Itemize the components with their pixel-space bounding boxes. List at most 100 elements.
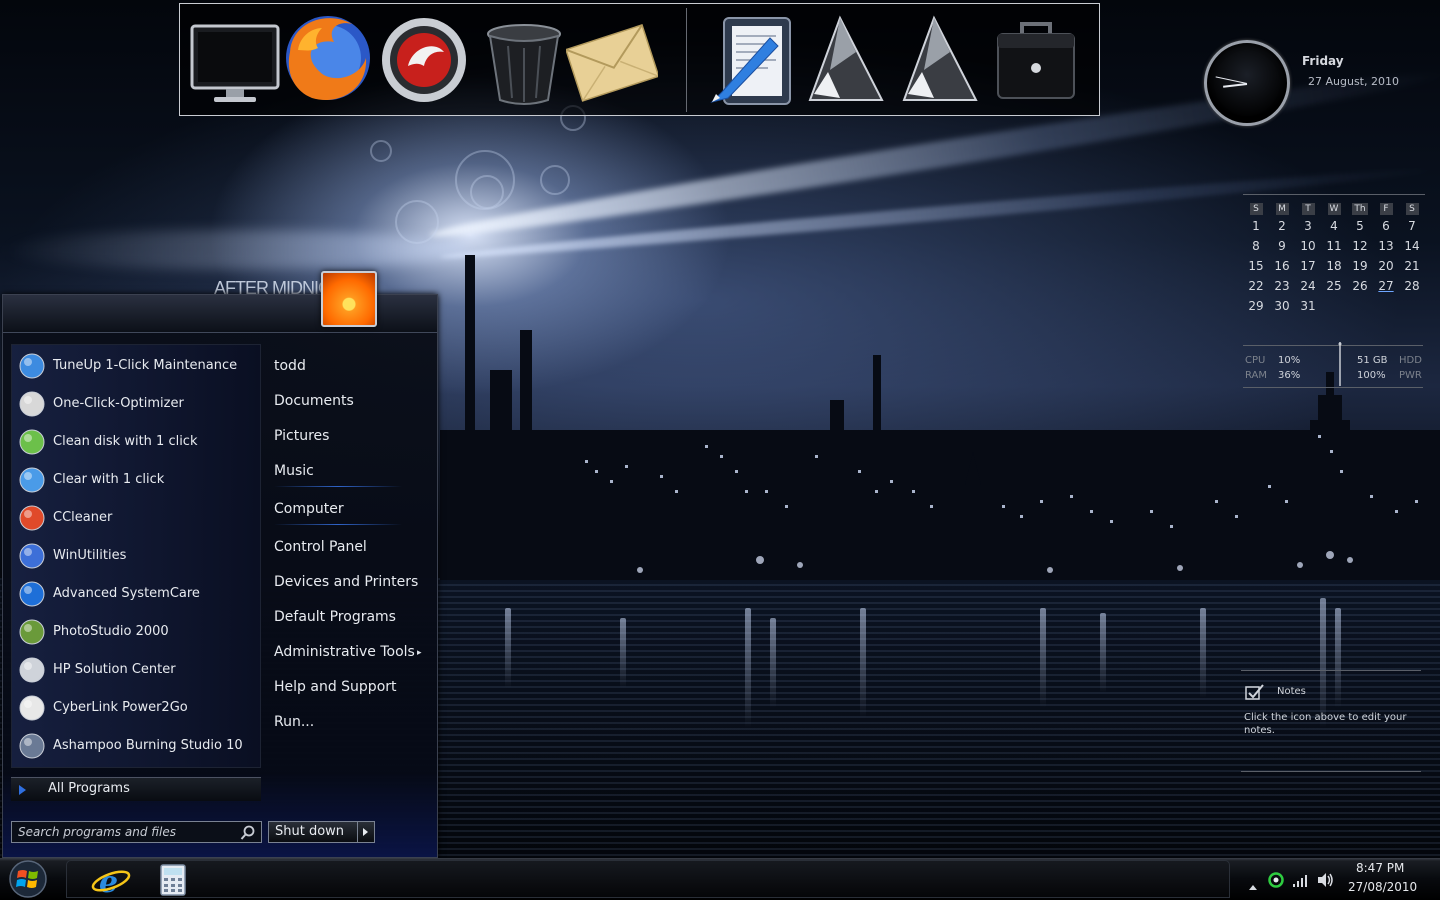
all-programs-button[interactable]: All Programs <box>11 777 261 801</box>
program-item[interactable]: TuneUp 1-Click Maintenance <box>12 347 260 385</box>
calendar-day[interactable]: 27 <box>1373 277 1399 295</box>
search-box[interactable] <box>11 821 262 843</box>
program-item[interactable]: CyberLink Power2Go <box>12 689 260 727</box>
recycle-bin-icon[interactable] <box>478 12 570 108</box>
tray-clock-date[interactable]: 27/08/2010 <box>1348 880 1417 894</box>
calendar-day[interactable]: 6 <box>1373 217 1399 235</box>
calendar-day[interactable]: 10 <box>1295 237 1321 255</box>
program-label: Ashampoo Burning Studio 10 <box>53 738 243 753</box>
firefox-icon[interactable] <box>282 12 374 108</box>
system-meter-gadget: CPU 10% RAM 36% 51 GB HDD 100% PWR <box>1243 342 1423 388</box>
program-label: HP Solution Center <box>53 662 176 677</box>
calendar-day[interactable]: 3 <box>1295 217 1321 235</box>
program-item[interactable]: One-Click-Optimizer <box>12 385 260 423</box>
security-status-icon[interactable] <box>1268 872 1284 892</box>
calendar-day[interactable]: 7 <box>1399 217 1425 235</box>
program-label: PhotoStudio 2000 <box>53 624 169 639</box>
calendar-day[interactable]: 25 <box>1321 277 1347 295</box>
calendar-day[interactable]: 26 <box>1347 277 1373 295</box>
glass-shard-icon[interactable] <box>800 12 892 108</box>
calendar-day[interactable]: 8 <box>1243 237 1269 255</box>
windows-orb-icon[interactable] <box>3 858 49 900</box>
calendar-day[interactable]: 13 <box>1373 237 1399 255</box>
calendar-day[interactable]: 18 <box>1321 257 1347 275</box>
program-label: Clear with 1 click <box>53 472 165 487</box>
calendar-day[interactable]: 29 <box>1243 297 1269 315</box>
glass-shard-icon[interactable] <box>894 12 986 108</box>
calendar-weekday: M <box>1269 203 1295 215</box>
calendar-day[interactable]: 22 <box>1243 277 1269 295</box>
place-item[interactable]: Pictures <box>274 428 329 444</box>
calendar-day[interactable]: 11 <box>1321 237 1347 255</box>
calendar-day[interactable]: 28 <box>1399 277 1425 295</box>
calendar-day[interactable]: 31 <box>1295 297 1321 315</box>
calendar-day[interactable]: 5 <box>1347 217 1373 235</box>
calendar-weekday: F <box>1373 203 1399 215</box>
calendar-day[interactable]: 30 <box>1269 297 1295 315</box>
taskbar: e <box>0 858 1440 900</box>
calendar-day[interactable]: 9 <box>1269 237 1295 255</box>
monitor-icon[interactable] <box>188 12 280 108</box>
network-signal-icon[interactable] <box>1292 873 1308 892</box>
calendar-day[interactable]: 17 <box>1295 257 1321 275</box>
comodo-dragon-icon[interactable] <box>378 12 470 108</box>
calendar-day[interactable]: 20 <box>1373 257 1399 275</box>
calendar-day <box>1399 297 1425 315</box>
program-item[interactable]: Clear with 1 click <box>12 461 260 499</box>
program-item[interactable]: Advanced SystemCare <box>12 575 260 613</box>
calendar-day[interactable]: 2 <box>1269 217 1295 235</box>
place-item[interactable]: Run... <box>274 714 314 730</box>
places-separator <box>274 524 402 525</box>
clock-minute-hand <box>1215 76 1248 84</box>
notes-edit-icon[interactable] <box>1245 683 1265 705</box>
calendar-grid: S M T W Th F S 1 2 3 4 5 6 7 8 9 10 11 12 13 14 15 16 17 18 19 20 2… <box>1243 203 1425 315</box>
taskbar-pinned-area: e <box>66 860 1230 900</box>
calendar-day[interactable]: 15 <box>1243 257 1269 275</box>
program-item[interactable]: HP Solution Center <box>12 651 260 689</box>
calendar-day[interactable]: 4 <box>1321 217 1347 235</box>
calculator-icon[interactable] <box>151 862 195 898</box>
place-item[interactable]: Music <box>274 463 314 479</box>
calendar-day[interactable]: 16 <box>1269 257 1295 275</box>
internet-explorer-icon[interactable]: e <box>89 862 133 900</box>
search-icon[interactable] <box>240 825 256 845</box>
shutdown-options-button[interactable] <box>357 821 375 843</box>
briefcase-icon[interactable] <box>990 12 1082 108</box>
notes-gadget: Notes Click the icon above to edit your … <box>1241 670 1421 772</box>
winutilities-icon <box>18 542 46 570</box>
user-picture[interactable] <box>321 271 377 327</box>
optimizer-icon <box>18 390 46 418</box>
calendar-day[interactable]: 1 <box>1243 217 1269 235</box>
place-item[interactable]: Devices and Printers <box>274 574 418 590</box>
search-input[interactable] <box>18 824 233 840</box>
calendar-day[interactable]: 24 <box>1295 277 1321 295</box>
mail-envelope-icon[interactable] <box>564 12 660 108</box>
place-item[interactable]: Control Panel <box>274 539 367 555</box>
place-item[interactable]: Help and Support <box>274 679 397 695</box>
clock-gadget[interactable] <box>1204 40 1290 126</box>
volume-icon[interactable] <box>1316 872 1334 892</box>
calendar-gadget[interactable]: S M T W Th F S 1 2 3 4 5 6 7 8 9 10 11 12 13 14 15 16 17 18 19 20 2… <box>1243 194 1425 315</box>
calendar-day[interactable]: 19 <box>1347 257 1373 275</box>
calendar-day[interactable]: 12 <box>1347 237 1373 255</box>
program-item[interactable]: Clean disk with 1 click <box>12 423 260 461</box>
calendar-day <box>1373 297 1399 315</box>
place-item[interactable]: Default Programs <box>274 609 396 625</box>
tuneup-icon <box>18 352 46 380</box>
program-item[interactable]: WinUtilities <box>12 537 260 575</box>
arrow-right-icon <box>19 785 26 795</box>
program-item[interactable]: PhotoStudio 2000 <box>12 613 260 651</box>
calendar-day[interactable]: 23 <box>1269 277 1295 295</box>
place-item[interactable]: Administrative Tools <box>274 644 415 660</box>
shutdown-button[interactable]: Shut down <box>268 821 358 843</box>
calendar-day[interactable]: 14 <box>1399 237 1425 255</box>
place-item[interactable]: todd <box>274 358 306 374</box>
tray-clock-time[interactable]: 8:47 PM <box>1356 861 1404 875</box>
notepad-pen-icon[interactable] <box>706 12 798 108</box>
program-item[interactable]: CCleaner <box>12 499 260 537</box>
show-hidden-icons-icon[interactable] <box>1248 876 1258 895</box>
calendar-day[interactable]: 21 <box>1399 257 1425 275</box>
place-item[interactable]: Documents <box>274 393 354 409</box>
place-item[interactable]: Computer <box>274 501 344 517</box>
program-item[interactable]: Ashampoo Burning Studio 10 <box>12 727 260 765</box>
